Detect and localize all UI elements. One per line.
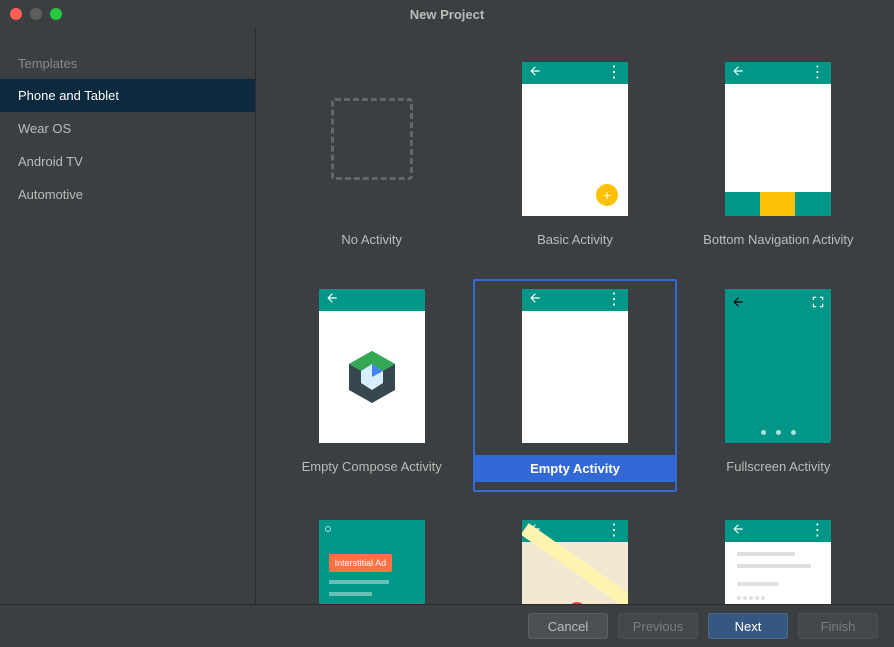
templates-sidebar: Templates Phone and TabletWear OSAndroid…	[0, 28, 256, 604]
template-thumbnail	[319, 289, 425, 443]
template-empty-activity[interactable]: ⋮ Empty Activity	[473, 279, 676, 492]
sidebar-header: Templates	[0, 52, 255, 79]
window-controls	[10, 8, 62, 20]
no-activity-icon	[331, 98, 413, 180]
template-thumbnail: ⋮	[725, 520, 831, 604]
back-arrow-icon	[528, 291, 542, 310]
template-label: Empty Activity	[475, 455, 674, 482]
thumb-appbar: ⋮	[725, 520, 831, 542]
template-fullscreen-activity[interactable]: Fullscreen Activity	[677, 279, 880, 492]
template-bottom-navigation-activity[interactable]: ⋮ Bottom Navigation Activity	[677, 52, 880, 261]
map-preview	[522, 542, 628, 604]
template-empty-compose-activity[interactable]: Empty Compose Activity	[270, 279, 473, 492]
template-thumbnail: ⋮	[725, 62, 831, 216]
minimize-icon	[30, 8, 42, 20]
template-gallery[interactable]: No Activity⋮+Basic Activity⋮Bottom Navig…	[256, 28, 894, 604]
sidebar-item-automotive[interactable]: Automotive	[0, 178, 255, 211]
back-arrow-icon	[528, 64, 542, 83]
thumb-appbar: ⋮	[522, 62, 628, 84]
overflow-menu-icon: ⋮	[809, 65, 825, 81]
template-label: Fullscreen Activity	[716, 455, 840, 478]
template-no-activity[interactable]: No Activity	[270, 52, 473, 261]
overflow-menu-icon: ⋮	[606, 523, 622, 539]
template-label: Basic Activity	[527, 228, 623, 251]
template-label: No Activity	[331, 228, 412, 251]
back-arrow-icon	[325, 291, 339, 310]
next-button[interactable]: Next	[708, 613, 788, 639]
sidebar-item-android-tv[interactable]: Android TV	[0, 145, 255, 178]
compose-logo-icon	[319, 311, 425, 443]
overflow-menu-icon: ⋮	[606, 292, 622, 308]
back-arrow-icon	[731, 522, 745, 541]
template-thumbnail: ⋮	[522, 289, 628, 443]
overflow-menu-icon: ⋮	[809, 523, 825, 539]
title-bar: New Project	[0, 0, 894, 28]
bottom-nav-icon	[725, 192, 831, 216]
fab-icon: +	[596, 184, 618, 206]
overflow-menu-icon: ⋮	[606, 65, 622, 81]
maximize-icon[interactable]	[50, 8, 62, 20]
template-thumbnail: ⋮+	[522, 62, 628, 216]
wizard-buttons: Cancel Previous Next Finish	[0, 604, 894, 647]
template-thumbnail: Interstitial Ad	[319, 520, 425, 604]
thumb-appbar: ⋮	[725, 62, 831, 84]
template-login-activity[interactable]: ⋮Login Activity	[677, 510, 880, 604]
thumb-appbar: ⋮	[522, 289, 628, 311]
sidebar-item-phone-and-tablet[interactable]: Phone and Tablet	[0, 79, 255, 112]
template-thumbnail	[725, 289, 831, 443]
sidebar-item-wear-os[interactable]: Wear OS	[0, 112, 255, 145]
thumb-appbar	[319, 289, 425, 311]
template-google-maps-activity[interactable]: ⋮Google Maps Activity	[473, 510, 676, 604]
finish-button: Finish	[798, 613, 878, 639]
template-thumbnail: ⋮	[522, 520, 628, 604]
template-interstitial-ad[interactable]: Interstitial AdInterstitial Ad	[270, 510, 473, 604]
template-label: Bottom Navigation Activity	[693, 228, 863, 251]
cancel-button[interactable]: Cancel	[528, 613, 608, 639]
template-label: Empty Compose Activity	[292, 455, 452, 478]
back-arrow-icon	[731, 64, 745, 83]
form-preview	[725, 542, 831, 604]
ad-badge: Interstitial Ad	[329, 554, 393, 572]
window-title: New Project	[410, 7, 484, 22]
close-icon[interactable]	[10, 8, 22, 20]
template-basic-activity[interactable]: ⋮+Basic Activity	[473, 52, 676, 261]
previous-button: Previous	[618, 613, 698, 639]
